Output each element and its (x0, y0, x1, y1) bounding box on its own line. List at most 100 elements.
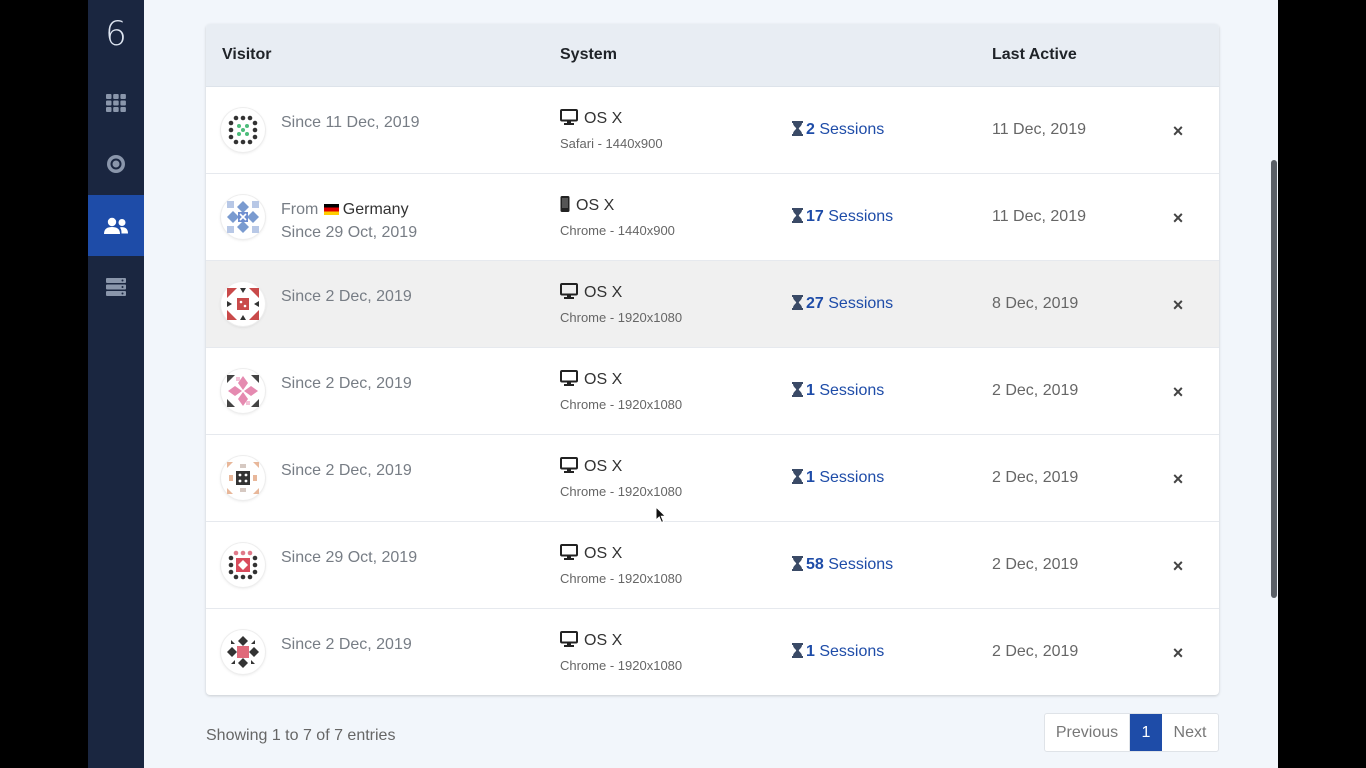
sessions-label: Sessions (828, 556, 894, 573)
system-os: OS X (560, 196, 614, 215)
visitor-since: Since 2 Dec, 2019 (281, 288, 412, 305)
delete-visitor-button[interactable]: × (1168, 644, 1188, 664)
sessions-label: Sessions (819, 469, 885, 486)
system-os: OS X (560, 631, 622, 650)
desktop-icon (560, 457, 578, 473)
sessions-link[interactable]: 1 Sessions (792, 382, 884, 400)
next-page-button[interactable]: Next (1162, 714, 1218, 751)
scrollbar-thumb[interactable] (1271, 160, 1277, 598)
os-name: OS X (584, 458, 623, 475)
system-os: OS X (560, 457, 622, 476)
sessions-label: Sessions (819, 643, 885, 660)
sessions-count: 27 (806, 295, 824, 312)
page-1-button[interactable]: 1 (1130, 714, 1162, 751)
sessions-count: 58 (806, 556, 824, 573)
browser-resolution: Chrome - 1440x900 (560, 223, 675, 238)
visitor-info: From Germany Since 29 Oct, 2019 (281, 198, 417, 244)
desktop-icon (560, 109, 578, 125)
os-name: OS X (584, 371, 623, 388)
os-name: OS X (584, 545, 623, 562)
table-row[interactable]: Since 29 Oct, 2019 OS X Chrome - 1920x10… (206, 522, 1219, 609)
grid-icon (106, 93, 126, 112)
nav-visitors[interactable] (88, 195, 144, 256)
browser-resolution: Safari - 1440x900 (560, 136, 663, 151)
hourglass-icon (792, 121, 803, 136)
last-active-date: 2 Dec, 2019 (992, 643, 1079, 660)
desktop-icon (560, 370, 578, 386)
sessions-link[interactable]: 58 Sessions (792, 556, 893, 574)
table-row[interactable]: Since 2 Dec, 2019 OS X Chrome - 1920x108… (206, 261, 1219, 348)
sessions-link[interactable]: 17 Sessions (792, 208, 893, 226)
browser-resolution: Chrome - 1920x1080 (560, 571, 683, 586)
sessions-count: 1 (806, 382, 815, 399)
nav-goals[interactable] (88, 133, 144, 194)
table-row[interactable]: Since 2 Dec, 2019 OS X Chrome - 1920x108… (206, 609, 1219, 695)
sessions-count: 17 (806, 208, 824, 225)
mouse-cursor-icon (655, 506, 667, 524)
sessions-link[interactable]: 1 Sessions (792, 469, 884, 487)
system-os: OS X (560, 370, 622, 389)
last-active-date: 2 Dec, 2019 (992, 469, 1079, 486)
scrollbar[interactable] (1269, 0, 1278, 768)
visitor-origin: From Germany (281, 198, 417, 221)
visitor-since: Since 29 Oct, 2019 (281, 224, 418, 241)
avatar (221, 630, 265, 674)
os-name: OS X (584, 632, 623, 649)
desktop-icon (560, 544, 578, 560)
hourglass-icon (792, 469, 803, 484)
visitor-info: Since 2 Dec, 2019 (281, 633, 412, 656)
sessions-label: Sessions (819, 382, 885, 399)
from-label: From (281, 201, 319, 218)
table-row[interactable]: Since 2 Dec, 2019 OS X Chrome - 1920x108… (206, 435, 1219, 522)
nav-dashboard[interactable] (88, 72, 144, 133)
visitor-since: Since 2 Dec, 2019 (281, 462, 412, 479)
sessions-link[interactable]: 1 Sessions (792, 643, 884, 661)
users-icon (104, 217, 128, 234)
delete-visitor-button[interactable]: × (1168, 122, 1188, 142)
sessions-count: 1 (806, 643, 815, 660)
visitor-info: Since 2 Dec, 2019 (281, 372, 412, 395)
table-row[interactable]: Since 2 Dec, 2019 OS X Chrome - 1920x108… (206, 348, 1219, 435)
sessions-label: Sessions (819, 121, 885, 138)
hourglass-icon (792, 208, 803, 223)
sessions-label: Sessions (828, 295, 894, 312)
sessions-label: Sessions (828, 208, 894, 225)
avatar (221, 456, 265, 500)
header-system[interactable]: System (560, 46, 617, 64)
visitor-since: Since 2 Dec, 2019 (281, 375, 412, 392)
visitor-info: Since 11 Dec, 2019 (281, 111, 419, 134)
delete-visitor-button[interactable]: × (1168, 557, 1188, 577)
hourglass-icon (792, 643, 803, 658)
last-active-date: 2 Dec, 2019 (992, 556, 1079, 573)
avatar (221, 369, 265, 413)
table-row[interactable]: Since 11 Dec, 2019 OS X Safari - 1440x90… (206, 87, 1219, 174)
server-icon (106, 277, 126, 296)
os-name: OS X (584, 110, 623, 127)
sessions-link[interactable]: 27 Sessions (792, 295, 893, 313)
desktop-icon (560, 283, 578, 299)
delete-visitor-button[interactable]: × (1168, 470, 1188, 490)
pagination: Previous 1 Next (1044, 713, 1219, 752)
germany-flag-icon (323, 204, 339, 215)
header-visitor[interactable]: Visitor (222, 46, 272, 64)
browser-resolution: Chrome - 1920x1080 (560, 397, 683, 412)
nav-servers[interactable] (88, 256, 144, 317)
table-row[interactable]: From Germany Since 29 Oct, 2019 OS X Chr… (206, 174, 1219, 261)
sidebar: 6 (88, 0, 144, 768)
delete-visitor-button[interactable]: × (1168, 296, 1188, 316)
delete-visitor-button[interactable]: × (1168, 383, 1188, 403)
desktop-icon (560, 631, 578, 647)
sessions-link[interactable]: 2 Sessions (792, 121, 884, 139)
header-last-active[interactable]: Last Active (992, 46, 1077, 64)
last-active-date: 8 Dec, 2019 (992, 295, 1079, 312)
app-logo[interactable]: 6 (88, 14, 144, 54)
system-os: OS X (560, 544, 622, 563)
avatar (221, 282, 265, 326)
visitors-table: Visitor System Last Active Since 11 Dec,… (206, 24, 1219, 695)
avatar (221, 543, 265, 587)
visitor-since: Since 2 Dec, 2019 (281, 636, 412, 653)
system-os: OS X (560, 109, 622, 128)
last-active-date: 2 Dec, 2019 (992, 382, 1079, 399)
previous-page-button[interactable]: Previous (1045, 714, 1130, 751)
delete-visitor-button[interactable]: × (1168, 209, 1188, 229)
